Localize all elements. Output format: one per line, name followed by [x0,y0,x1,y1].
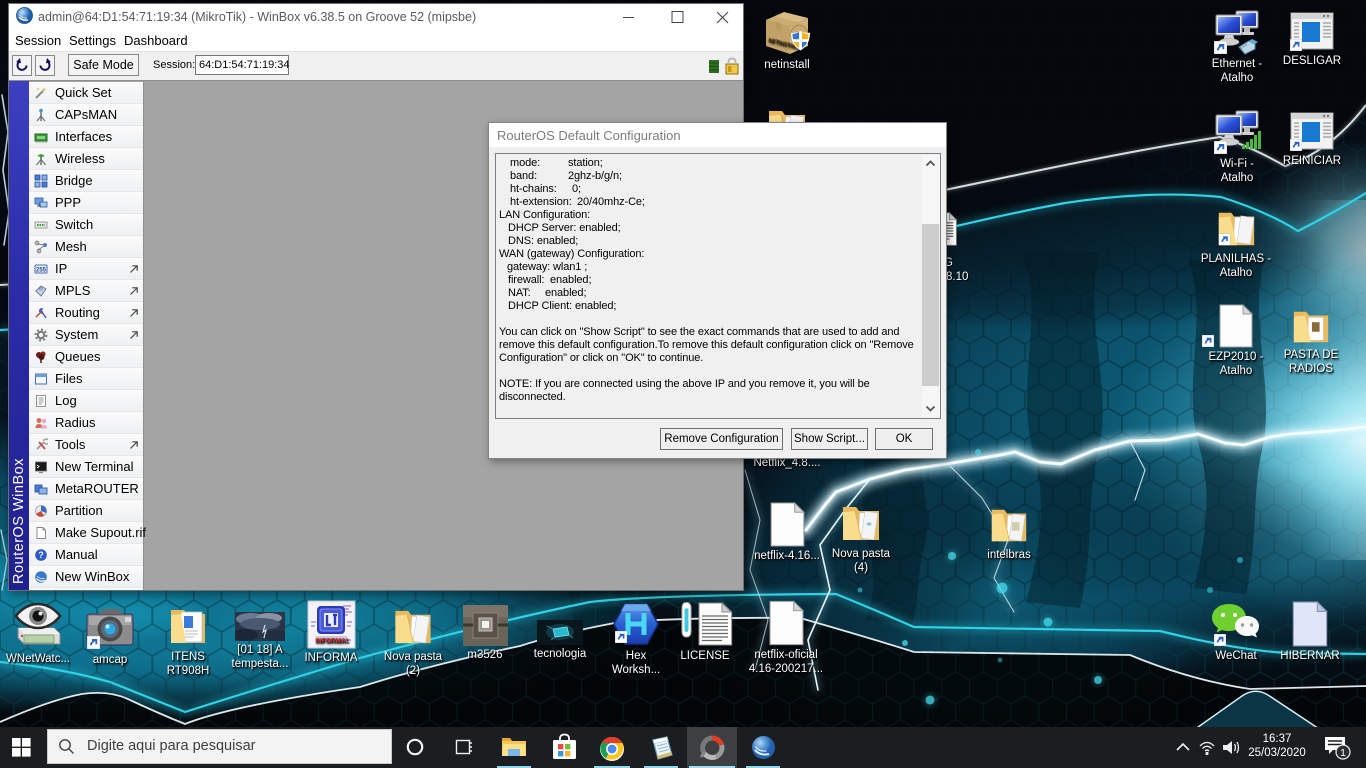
svg-text:255: 255 [36,268,47,274]
svg-text:INFORMA!: INFORMA! [315,638,348,645]
svg-text:?: ? [38,550,44,560]
svg-text:1: 1 [1340,747,1346,759]
